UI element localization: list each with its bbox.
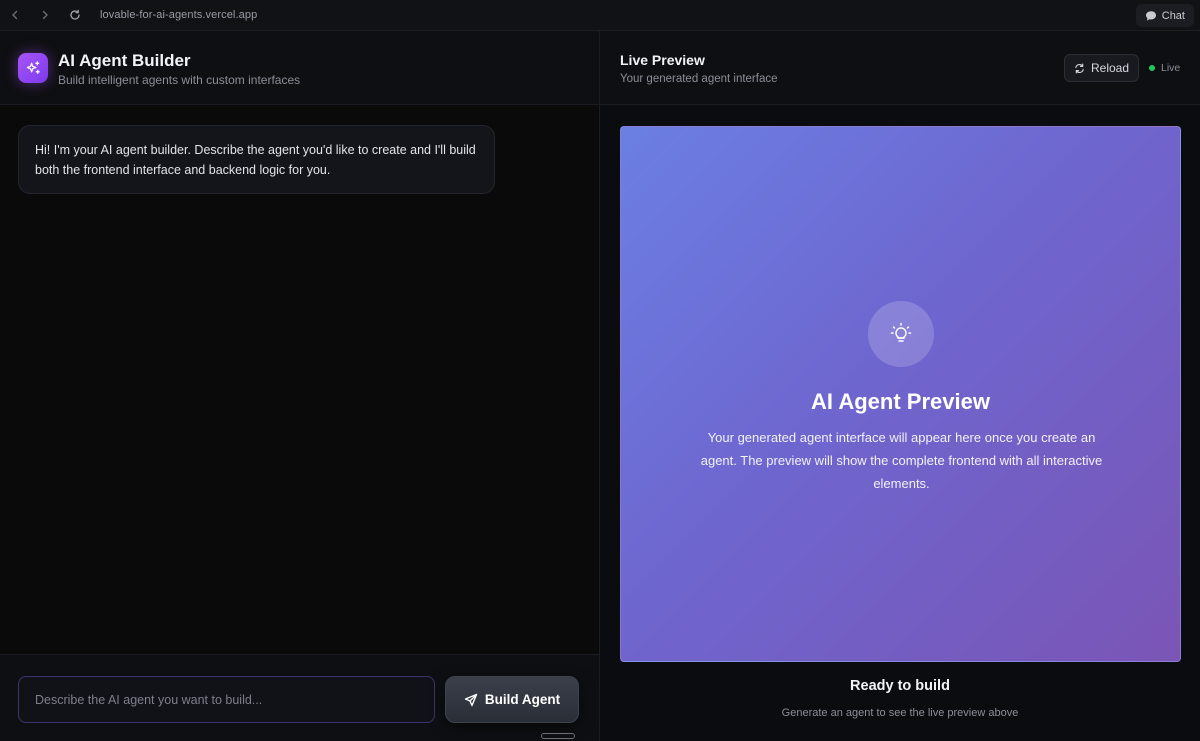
sparkles-icon	[18, 53, 48, 83]
reload-button[interactable]: Reload	[1064, 54, 1139, 82]
app-title: AI Agent Builder	[58, 51, 191, 70]
ready-title: Ready to build	[850, 678, 950, 694]
live-status: Live	[1149, 62, 1180, 74]
preview-description: Your generated agent interface will appe…	[700, 430, 1103, 491]
chat-button[interactable]: Chat	[1135, 4, 1194, 27]
reload-label: Reload	[1090, 61, 1130, 75]
builder-header: AI Agent Builder Build intelligent agent…	[0, 31, 599, 105]
lightbulb-icon	[868, 301, 934, 367]
reload-icon	[1074, 63, 1085, 74]
live-label: Live	[1161, 62, 1181, 74]
preview-subtitle: Your generated agent interface	[620, 73, 778, 85]
preview-title: Live Preview	[620, 52, 705, 68]
preview-panel: Live Preview Your generated agent interf…	[600, 31, 1200, 741]
scroll-handle[interactable]	[541, 733, 575, 739]
chat-button-label: Chat	[1161, 9, 1185, 22]
preview-heading: AI Agent Preview	[811, 389, 990, 414]
back-icon[interactable]	[8, 8, 22, 22]
send-icon	[464, 693, 478, 707]
live-dot	[1149, 65, 1155, 71]
preview-header: Live Preview Your generated agent interf…	[600, 31, 1200, 105]
build-agent-button[interactable]: Build Agent	[445, 676, 579, 723]
builder-panel: AI Agent Builder Build intelligent agent…	[0, 31, 600, 741]
browser-toolbar: lovable-for-ai-agents.vercel.app Chat	[0, 0, 1200, 31]
build-agent-label: Build Agent	[484, 692, 561, 707]
app-subtitle: Build intelligent agents with custom int…	[58, 73, 301, 87]
ready-subtitle: Generate an agent to see the live previe…	[781, 707, 1019, 719]
refresh-icon[interactable]	[68, 8, 82, 22]
assistant-message: Hi! I'm your AI agent builder. Describe …	[18, 125, 495, 194]
chat-bubble-icon	[1145, 10, 1157, 22]
preview-canvas: AI Agent Preview Your generated agent in…	[620, 126, 1181, 662]
forward-icon[interactable]	[38, 8, 52, 22]
composer: Build Agent	[0, 654, 599, 741]
address-bar[interactable]: lovable-for-ai-agents.vercel.app	[100, 9, 257, 21]
agent-description-input[interactable]	[18, 676, 435, 723]
